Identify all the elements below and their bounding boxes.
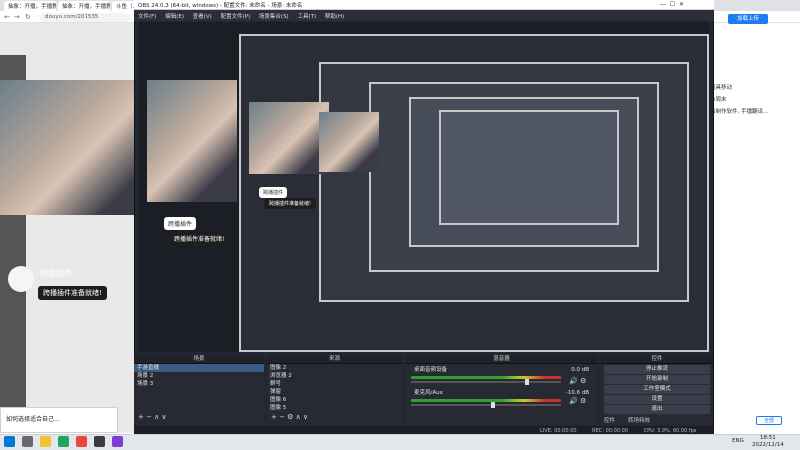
source-item[interactable]: 浏览器 2 xyxy=(267,372,402,380)
scene-item[interactable]: 场景 3 xyxy=(134,380,264,388)
obs-menu-bar: 文件(F) 编辑(E) 查看(V) 配置文件(P) 场景集合(S) 工具(T) … xyxy=(134,10,714,21)
scenes-header: 场景 xyxy=(134,355,264,364)
studio-mode-button[interactable]: 工作室模式 xyxy=(604,385,710,394)
controls-dock: 控件 停止推流 开始录制 工作室模式 设置 退出 xyxy=(601,355,713,425)
speaker-icon[interactable]: 🔊 ⚙ xyxy=(569,377,586,385)
window-controls[interactable]: — ☐ ✕ xyxy=(660,1,684,8)
clock-date: 2022/12/14 xyxy=(752,441,784,448)
language-indicator[interactable]: ENG xyxy=(732,438,744,444)
source-item[interactable]: 图像 5 xyxy=(267,404,402,412)
exit-button[interactable]: 退出 xyxy=(604,405,710,414)
sources-header: 来源 xyxy=(267,355,402,364)
back-icon[interactable]: ← xyxy=(4,13,10,21)
controls-header: 控件 xyxy=(601,355,713,364)
source-item[interactable]: 图像 6 xyxy=(267,396,402,404)
volume-slider[interactable] xyxy=(411,379,561,385)
mixer-dock: 混音器 桌面音频设备 0.0 dB 麦克风/Aux -10.6 dB 🔊 ⚙ 🔊… xyxy=(405,355,598,425)
reload-icon[interactable]: ↻ xyxy=(25,13,31,21)
obs-taskbar-icon[interactable] xyxy=(94,436,105,447)
plugin-name: 跨播插件 xyxy=(40,269,72,278)
menu-view[interactable]: 查看(V) xyxy=(193,14,212,20)
browser-tab[interactable]: 抽象：开播，手播教你软件... 学播... xyxy=(58,1,110,11)
mixer-header: 混音器 xyxy=(405,355,598,364)
mixer-channel-1: 桌面音频设备 0.0 dB xyxy=(411,366,592,374)
volume-meter xyxy=(411,376,561,379)
scene-add-remove-icons[interactable]: + − ∧ ∨ xyxy=(138,413,167,421)
browser-notification[interactable]: 如何选择适合自己... xyxy=(0,407,118,433)
menu-scene-collection[interactable]: 场景集合(S) xyxy=(259,14,289,20)
webcam-feed xyxy=(147,80,237,202)
scene-item[interactable]: 场景 2 xyxy=(134,372,264,380)
file-explorer-icon[interactable] xyxy=(40,436,51,447)
obs-preview[interactable]: 跨播插件 跨播插件准备就绪! 跨播插件 跨播插件准备就绪! xyxy=(139,22,709,352)
sidebar-item[interactable]: 布周末 xyxy=(710,94,800,106)
mixer-channel-db: 0.0 dB xyxy=(571,367,589,373)
obs-title-bar: OBS 24.0.3 (64-bit, windows) - 配置文件: 未命名… xyxy=(134,0,714,10)
browser-icon[interactable] xyxy=(76,436,87,447)
app-icon[interactable] xyxy=(58,436,69,447)
menu-help[interactable]: 帮助(H) xyxy=(325,14,344,20)
scene-item[interactable]: 手游直播 xyxy=(134,364,264,372)
sources-dock: 来源 图像 2 浏览器 2 群号 弹窗 图像 6 图像 5 + − ⚙ ∧ ∨ xyxy=(267,355,402,425)
webcam-feed xyxy=(249,102,329,174)
speaker-icon[interactable]: 🔊 ⚙ xyxy=(569,397,586,405)
volume-slider[interactable] xyxy=(411,402,561,408)
scenes-dock: 场景 手游直播 场景 2 场景 3 + − ∧ ∨ xyxy=(134,355,264,425)
share-button[interactable]: 加载上传 xyxy=(728,14,768,24)
tab-transitions[interactable]: 转场特效 xyxy=(628,416,650,424)
tab-controls[interactable]: 控件 xyxy=(604,416,615,424)
app-icon[interactable] xyxy=(112,436,123,447)
volume-meter xyxy=(411,399,561,402)
address-bar[interactable]: douyu.com/201535 xyxy=(40,13,130,22)
settings-button[interactable]: 设置 xyxy=(604,395,710,404)
menu-file[interactable]: 文件(F) xyxy=(138,14,156,20)
menu-profile[interactable]: 配置文件(P) xyxy=(221,14,251,20)
mixer-channel-db: -10.6 dB xyxy=(565,390,589,396)
windows-start-icon[interactable] xyxy=(4,436,15,447)
browser-tab[interactable]: 斗鱼（... xyxy=(112,1,136,11)
source-item[interactable]: 图像 2 xyxy=(267,364,402,372)
mixer-channel-name: 麦克风/Aux xyxy=(414,390,443,396)
sidebar-item[interactable]: 画制作软件, 手播翻译... xyxy=(710,106,800,118)
start-recording-button[interactable]: 开始录制 xyxy=(604,375,710,384)
mixer-channel-name: 桌面音频设备 xyxy=(414,367,448,373)
source-item[interactable]: 弹窗 xyxy=(267,388,402,396)
menu-tools[interactable]: 工具(T) xyxy=(297,14,316,20)
browser-tab[interactable]: 抽象：开播，手播教你软件... 学播... xyxy=(4,1,56,11)
sidebar-list: 道具移动 布周末 画制作软件, 手播翻译... xyxy=(710,82,800,118)
notification-text: 如何选择适合自己... xyxy=(6,416,60,423)
forward-icon[interactable]: → xyxy=(14,13,20,21)
plugin-name: 跨播插件 xyxy=(259,187,288,198)
stop-streaming-button[interactable]: 停止推流 xyxy=(604,365,710,374)
plugin-message: 跨播插件准备就绪! xyxy=(169,232,230,245)
clock[interactable]: 18:51 2022/12/14 xyxy=(752,435,784,448)
mixer-channel-2: 麦克风/Aux -10.6 dB xyxy=(411,389,592,397)
avatar xyxy=(8,266,34,292)
plugin-message: 跨播插件准备就绪! xyxy=(264,198,317,209)
webcam-feed xyxy=(319,112,379,172)
all-button[interactable]: 全部 xyxy=(756,416,782,425)
obs-title: OBS 24.0.3 (64-bit, windows) - 配置文件: 未命名… xyxy=(138,3,303,9)
nested-obs-5 xyxy=(439,110,619,225)
plugin-name: 跨播插件 xyxy=(164,217,197,230)
menu-edit[interactable]: 编辑(E) xyxy=(165,14,184,20)
plugin-message: 跨播插件准备就绪! xyxy=(38,286,107,300)
search-icon[interactable] xyxy=(22,436,33,447)
source-add-remove-icons[interactable]: + − ⚙ ∧ ∨ xyxy=(271,413,308,421)
sidebar-item[interactable]: 道具移动 xyxy=(710,82,800,94)
source-item[interactable]: 群号 xyxy=(267,380,402,388)
